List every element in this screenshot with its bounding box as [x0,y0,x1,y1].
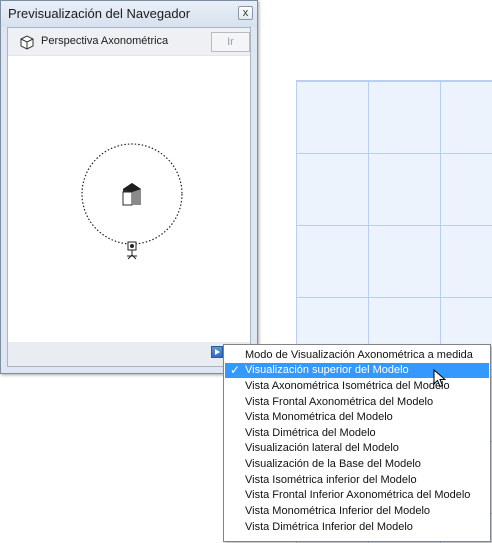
close-button[interactable]: x [238,6,253,20]
menu-item[interactable]: Vista Monométrica Inferior del Modelo [225,504,489,519]
menu-item[interactable]: Vista Axonométrica Isométrica del Modelo [225,379,489,394]
menu-item-label: Vista Monométrica del Modelo [245,411,393,423]
palette-content: Perspectiva Axonométrica Ir [7,27,251,367]
menu-item-label: Vista Isométrica inferior del Modelo [245,474,417,486]
menu-item-label: Vista Frontal Inferior Axonométrica del … [245,489,471,501]
house-model-icon [122,183,141,206]
menu-item-label: Vista Dimétrica Inferior del Modelo [245,521,413,533]
menu-item[interactable]: Vista Frontal Inferior Axonométrica del … [225,488,489,503]
menu-item-label: Visualización superior del Modelo [245,364,409,376]
close-icon: x [242,7,249,19]
menu-item-label: Vista Dimétrica del Modelo [245,427,376,439]
mouse-pointer-icon [433,369,447,388]
view-options-menu: Modo de Visualización Axonométrica a med… [223,344,491,542]
view-menu-button[interactable] [211,346,223,358]
palette-titlebar[interactable]: Previsualización del Navegador x [1,1,257,27]
go-button[interactable]: Ir [211,32,250,52]
menu-item-label: Modo de Visualización Axonométrica a med… [245,349,473,361]
menu-item[interactable]: Vista Frontal Axonométrica del Modelo [225,395,489,410]
palette-title: Previsualización del Navegador [8,6,191,21]
menu-item-label: Vista Frontal Axonométrica del Modelo [245,396,434,408]
palette-footer [8,342,250,366]
menu-item[interactable]: Visualización lateral del Modelo [225,441,489,456]
menu-item-label: Visualización de la Base del Modelo [245,458,421,470]
menu-item[interactable]: Vista Monométrica del Modelo [225,410,489,425]
view-mode-bar: Perspectiva Axonométrica Ir [8,28,250,56]
menu-item[interactable]: Visualización de la Base del Modelo [225,457,489,472]
menu-item[interactable]: Modo de Visualización Axonométrica a med… [225,348,489,363]
navigator-preview-area[interactable] [8,56,250,342]
menu-item-label: Vista Monométrica Inferior del Modelo [245,505,431,517]
menu-item-label: Visualización lateral del Modelo [245,442,399,454]
perspective-cube-icon [20,35,34,50]
menu-item[interactable]: Vista Dimétrica Inferior del Modelo [225,520,489,535]
camera-icon[interactable] [127,241,137,260]
menu-item-selected[interactable]: ✓ Visualización superior del Modelo [225,363,489,378]
checkmark-icon: ✓ [230,363,241,377]
view-mode-label: Perspectiva Axonométrica [41,35,169,47]
menu-item[interactable]: Vista Dimétrica del Modelo [225,426,489,441]
navigator-preview-palette: Previsualización del Navegador x Perspec… [0,0,258,374]
menu-item[interactable]: Vista Isométrica inferior del Modelo [225,473,489,488]
menu-item-label: Vista Axonométrica Isométrica del Modelo [245,380,450,392]
